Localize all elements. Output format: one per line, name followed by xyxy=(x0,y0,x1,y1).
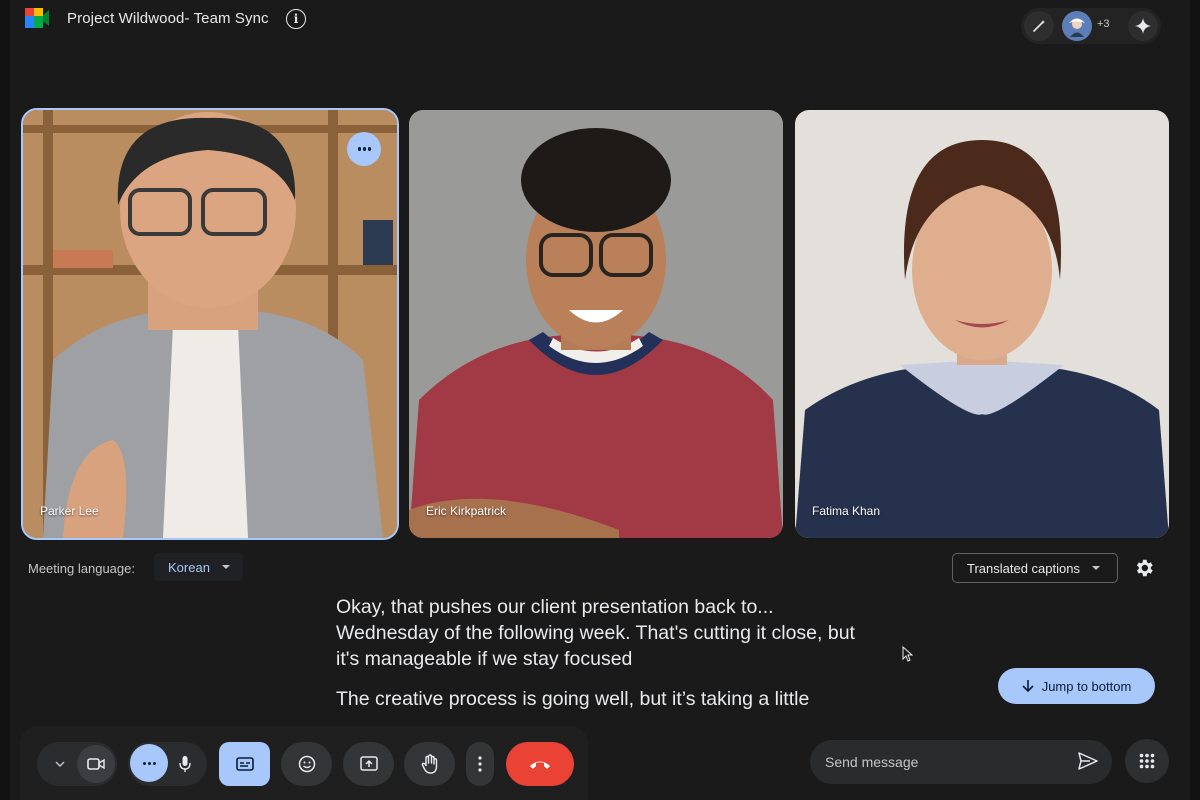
chevron-down-icon xyxy=(221,565,230,569)
more-vert-icon xyxy=(478,756,482,772)
chevron-down-icon xyxy=(1091,566,1100,570)
apps-button[interactable] xyxy=(1125,739,1169,783)
participant-video xyxy=(795,110,1169,538)
chevron-down-icon[interactable] xyxy=(55,761,65,767)
participant-name: Parker Lee xyxy=(40,504,99,518)
raise-hand-button[interactable] xyxy=(404,742,455,786)
camera-icon xyxy=(87,758,105,770)
send-icon[interactable] xyxy=(1078,752,1098,770)
camera-control xyxy=(37,742,117,786)
captions-mode-value: Translated captions xyxy=(967,560,1080,576)
camera-button[interactable] xyxy=(77,745,115,783)
gemini-button[interactable] xyxy=(1128,11,1158,41)
closed-captions-icon xyxy=(235,757,254,771)
emoji-icon xyxy=(298,755,315,773)
meeting-title: Project Wildwood- Team Sync xyxy=(67,10,269,27)
reactions-button[interactable] xyxy=(281,742,332,786)
arrow-down-icon xyxy=(1022,680,1034,693)
meeting-language-label: Meeting language: xyxy=(28,561,135,576)
caption-line: Wednesday of the following week. That's … xyxy=(336,622,855,644)
jump-to-bottom-label: Jump to bottom xyxy=(1041,678,1132,694)
participant-count: +3 xyxy=(1097,18,1110,30)
magic-wand-button[interactable] xyxy=(1024,11,1054,41)
send-message-field[interactable]: Send message xyxy=(810,740,1112,784)
more-options-button[interactable] xyxy=(466,742,494,786)
meet-logo xyxy=(25,8,49,28)
caption-line: Okay, that pushes our client presentatio… xyxy=(336,596,774,618)
meeting-language-dropdown[interactable]: Korean xyxy=(154,553,243,581)
participant-avatar[interactable] xyxy=(1062,11,1092,41)
participant-name: Fatima Khan xyxy=(812,504,881,518)
apps-grid-icon xyxy=(1139,753,1155,769)
audio-level-button[interactable] xyxy=(130,744,168,782)
gear-icon[interactable] xyxy=(1133,557,1155,579)
leave-call-button[interactable] xyxy=(506,742,574,786)
end-call-icon xyxy=(530,761,550,769)
mouse-cursor-icon xyxy=(902,646,914,662)
participant-tile[interactable]: Parker Lee xyxy=(21,108,399,540)
participant-video xyxy=(409,110,783,538)
participant-tile[interactable]: Fatima Khan xyxy=(795,110,1169,538)
present-icon xyxy=(359,756,378,771)
sparkle-icon xyxy=(1135,18,1151,34)
captions-button[interactable] xyxy=(219,742,270,786)
magic-wand-icon xyxy=(1033,20,1045,32)
microphone-icon[interactable] xyxy=(179,755,191,773)
participant-name: Eric Kirkpatrick xyxy=(426,504,507,518)
caption-line: The creative process is going well, but … xyxy=(336,688,810,710)
present-screen-button[interactable] xyxy=(343,742,394,786)
caption-line: it's manageable if we stay focused xyxy=(336,648,633,670)
send-message-placeholder: Send message xyxy=(825,754,919,770)
meeting-language-value: Korean xyxy=(168,559,210,575)
info-icon[interactable]: i xyxy=(286,9,306,29)
jump-to-bottom-button[interactable]: Jump to bottom xyxy=(998,668,1155,704)
speaking-indicator xyxy=(347,132,381,166)
hand-icon xyxy=(421,754,437,774)
participant-video xyxy=(23,110,397,538)
captions-mode-dropdown[interactable]: Translated captions xyxy=(952,553,1118,583)
participant-tile[interactable]: Eric Kirkpatrick xyxy=(409,110,783,538)
avatar-icon xyxy=(1069,18,1085,37)
captions-panel: Okay, that pushes our client presentatio… xyxy=(336,594,956,712)
